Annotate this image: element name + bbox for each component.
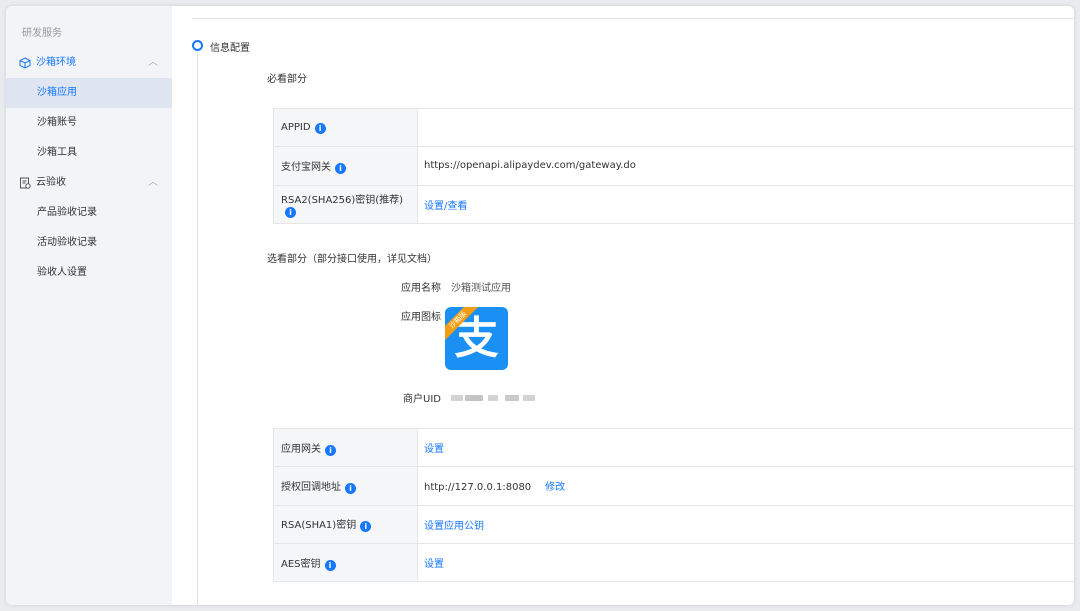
section-title: 信息配置 <box>210 43 250 54</box>
rsa2-settings-link[interactable]: 设置/查看 <box>424 201 467 212</box>
row-label-callback: 授权回调地址 <box>281 481 341 493</box>
sidebar-item-sandbox-tools[interactable]: 沙箱工具 <box>6 138 172 168</box>
table-row: RSA2(SHA256)密钥(推荐)i 设置/查看 <box>273 184 1074 224</box>
info-icon[interactable]: i <box>360 521 372 533</box>
alipay-app-icon: 支 沙箱版 <box>445 307 508 370</box>
table-row: RSA(SHA1)密钥 i 设置应用公钥 <box>273 504 1074 544</box>
timeline-line <box>197 52 198 605</box>
gateway-url: https://openapi.alipaydev.com/gateway.do <box>424 160 636 172</box>
app-gateway-settings-link[interactable]: 设置 <box>424 444 444 455</box>
app-name-label: 应用名称 <box>401 283 441 294</box>
timeline-dot-icon <box>192 40 203 51</box>
row-value-appid <box>417 107 1074 148</box>
chevron-up-icon[interactable]: ︿ <box>148 168 158 198</box>
optional-config-table: 应用网关 i 设置 授权回调地址 i http://127.0.0.1:8080 修改… <box>273 427 1074 583</box>
sidebar-group-label: 云验收 <box>36 177 66 188</box>
required-config-table: APPID i 支付宝网关 i https://openapi.alipaydev.… <box>273 107 1074 224</box>
row-label-appid: APPID <box>281 121 311 133</box>
info-icon[interactable]: i <box>335 162 346 174</box>
row-label-gateway: 支付宝网关 <box>281 161 331 173</box>
chevron-up-icon[interactable]: ︿ <box>148 48 158 78</box>
sidebar-group-label: 沙箱环境 <box>36 57 76 68</box>
sidebar: 研发服务 沙箱环境 ︿ 沙箱应用 沙箱账号 沙箱工具 云验收 ︿ 产品验收记录 … <box>6 6 177 605</box>
info-icon[interactable]: i <box>345 482 356 494</box>
required-section-title: 必看部分 <box>267 74 307 85</box>
table-row: APPID i <box>273 107 1074 148</box>
sidebar-group-sandbox[interactable]: 沙箱环境 ︿ <box>6 48 172 78</box>
callback-edit-link[interactable]: 修改 <box>545 482 565 493</box>
merchant-uid-label: 商户UID <box>403 394 441 405</box>
table-row: AES密钥 i 设置 <box>273 542 1074 583</box>
row-label-aes: AES密钥 <box>281 558 321 570</box>
info-icon[interactable]: i <box>285 206 296 218</box>
row-label-rsa2: RSA2(SHA256)密钥(推荐) <box>281 194 404 206</box>
sidebar-group-cloud-acceptance[interactable]: 云验收 ︿ <box>6 168 172 198</box>
app-icon-label: 应用图标 <box>401 312 441 323</box>
aes-settings-link[interactable]: 设置 <box>424 559 444 570</box>
app-name-value: 沙箱测试应用 <box>451 283 511 294</box>
row-label-app-gateway: 应用网关 <box>281 443 321 455</box>
optional-section-title: 选看部分（部分接口使用，详见文档） <box>267 254 437 265</box>
info-icon[interactable]: i <box>314 122 326 134</box>
row-label-rsa-sha1: RSA(SHA1)密钥 <box>281 520 357 532</box>
sidebar-item-sandbox-account[interactable]: 沙箱账号 <box>6 108 172 138</box>
divider <box>192 18 1074 19</box>
sidebar-item-acceptor-settings[interactable]: 验收人设置 <box>6 258 172 288</box>
table-row: 支付宝网关 i https://openapi.alipaydev.com/gat… <box>273 146 1074 186</box>
cube-icon <box>19 57 31 69</box>
table-row: 授权回调地址 i http://127.0.0.1:8080 修改 <box>273 466 1074 506</box>
sidebar-item-product-records[interactable]: 产品验收记录 <box>6 198 172 228</box>
callback-url: http://127.0.0.1:8080 <box>424 482 532 494</box>
app-frame: 研发服务 沙箱环境 ︿ 沙箱应用 沙箱账号 沙箱工具 云验收 ︿ 产品验收记录 … <box>6 6 1074 605</box>
table-row: 应用网关 i 设置 <box>273 427 1074 468</box>
sidebar-item-sandbox-app[interactable]: 沙箱应用 <box>6 78 177 108</box>
document-check-icon <box>19 177 31 189</box>
info-icon[interactable]: i <box>324 559 336 571</box>
sidebar-section-title: 研发服务 <box>22 28 62 39</box>
main-content: 信息配置 必看部分 APPID i 支付宝网关 i https://openapi.… <box>172 6 1074 605</box>
rsa-sha1-settings-link[interactable]: 设置应用公钥 <box>424 521 484 532</box>
sidebar-item-activity-records[interactable]: 活动验收记录 <box>6 228 172 258</box>
info-icon[interactable]: i <box>325 444 336 456</box>
